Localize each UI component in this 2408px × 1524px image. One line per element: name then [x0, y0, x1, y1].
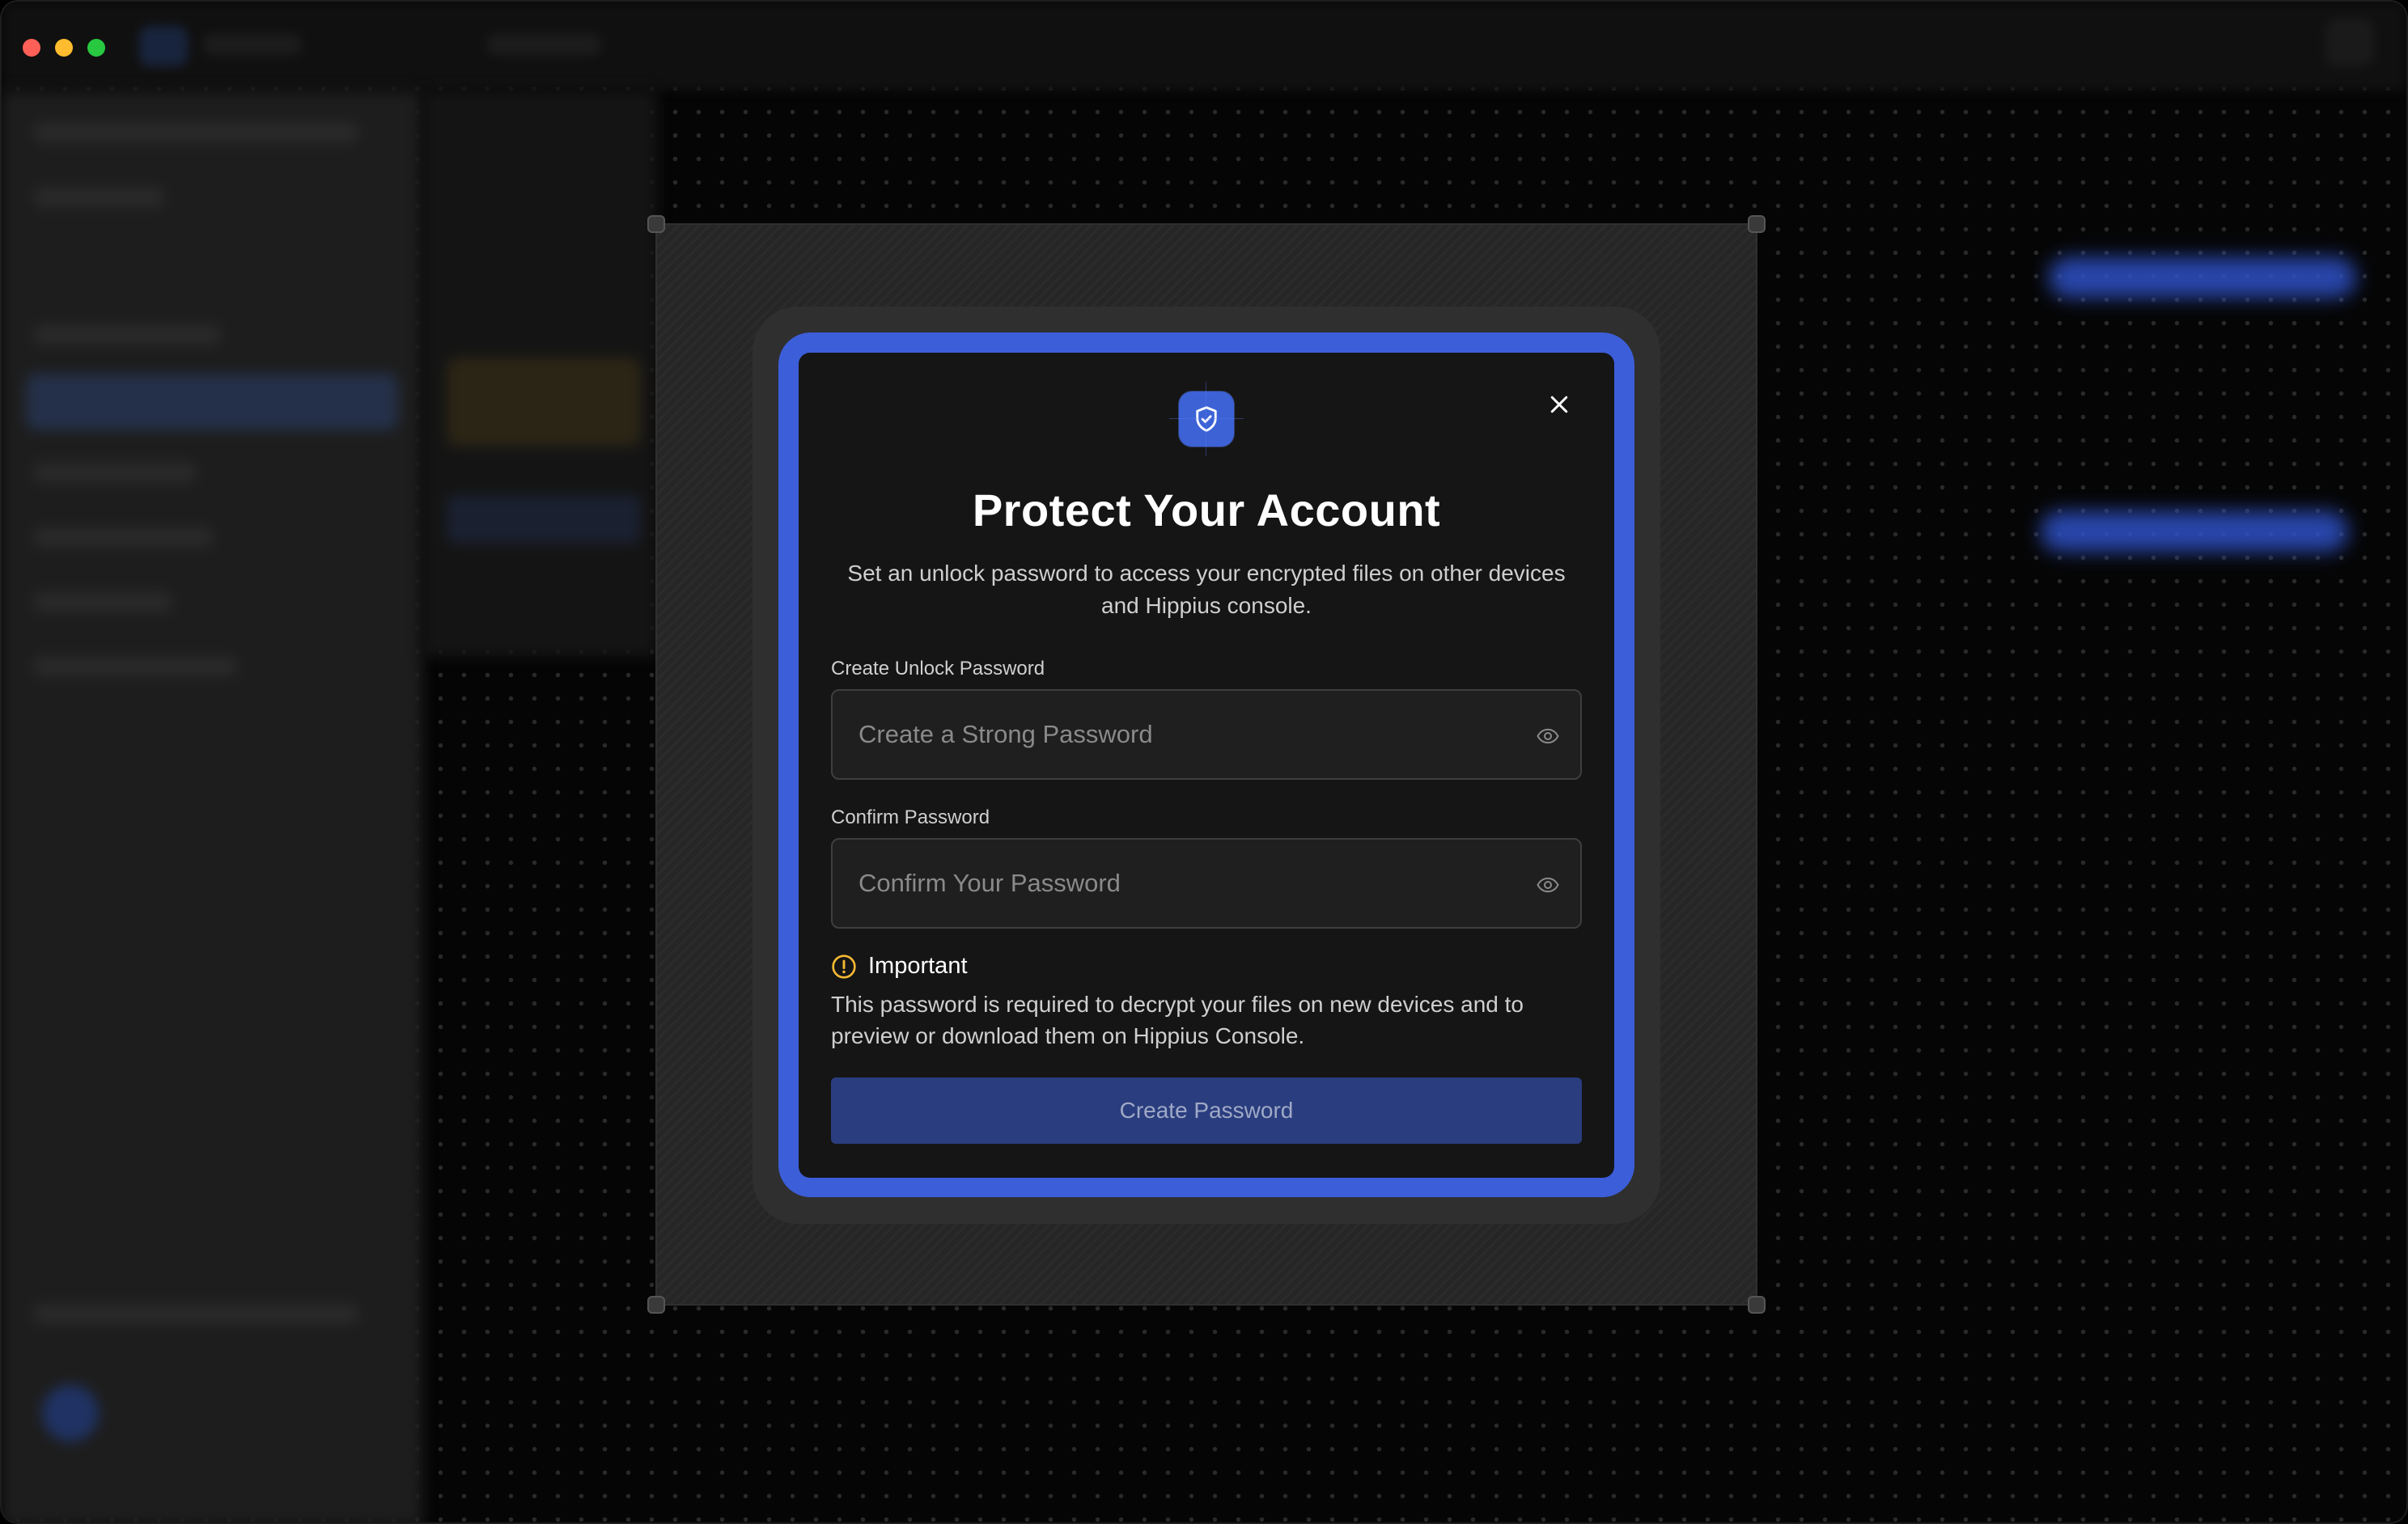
maximize-window-button[interactable]	[87, 39, 105, 57]
toggle-password-visibility-button[interactable]	[1533, 722, 1562, 751]
frame-corner-handle	[647, 215, 665, 233]
blurred-top-bar	[2, 2, 2406, 91]
password-label: Create Unlock Password	[831, 658, 1045, 679]
password-input[interactable]	[833, 691, 1580, 778]
minimize-window-button[interactable]	[55, 39, 73, 57]
important-notice-text: This password is required to decrypt you…	[831, 992, 1524, 1048]
blurred-list-panel	[422, 91, 657, 657]
eye-icon	[1537, 728, 1559, 744]
toggle-confirm-visibility-button[interactable]	[1533, 870, 1562, 900]
important-notice-header: Important	[831, 953, 968, 980]
frame-corner-handle	[1748, 215, 1766, 233]
confirm-password-label: Confirm Password	[831, 806, 990, 828]
window-controls	[23, 39, 105, 57]
blurred-sidebar	[2, 91, 422, 1522]
create-password-button[interactable]: Create Password	[831, 1077, 1582, 1144]
blurred-action-button	[2041, 511, 2348, 552]
shield-check-icon	[1196, 406, 1217, 432]
confirm-password-input[interactable]	[833, 840, 1580, 927]
dialog-title: Protect Your Account	[972, 485, 1441, 536]
close-window-button[interactable]	[23, 39, 40, 57]
frame-corner-handle	[1748, 1296, 1766, 1314]
dialog-subtitle: Set an unlock password to access your en…	[847, 561, 1566, 618]
protect-account-dialog: Protect Your Account Set an unlock passw…	[799, 353, 1614, 1178]
frame-corner-handle	[647, 1296, 665, 1314]
app-window: Protect Your Account Set an unlock passw…	[0, 0, 2408, 1524]
eye-icon	[1537, 877, 1559, 893]
warning-circle-icon	[832, 954, 856, 979]
shield-badge	[1169, 382, 1244, 456]
confirm-field-wrapper	[831, 838, 1582, 929]
password-field-wrapper	[831, 689, 1582, 780]
important-notice-title: Important	[868, 953, 968, 979]
blurred-action-button	[2049, 257, 2356, 298]
close-dialog-button[interactable]	[1535, 380, 1583, 429]
close-icon	[1550, 396, 1568, 413]
